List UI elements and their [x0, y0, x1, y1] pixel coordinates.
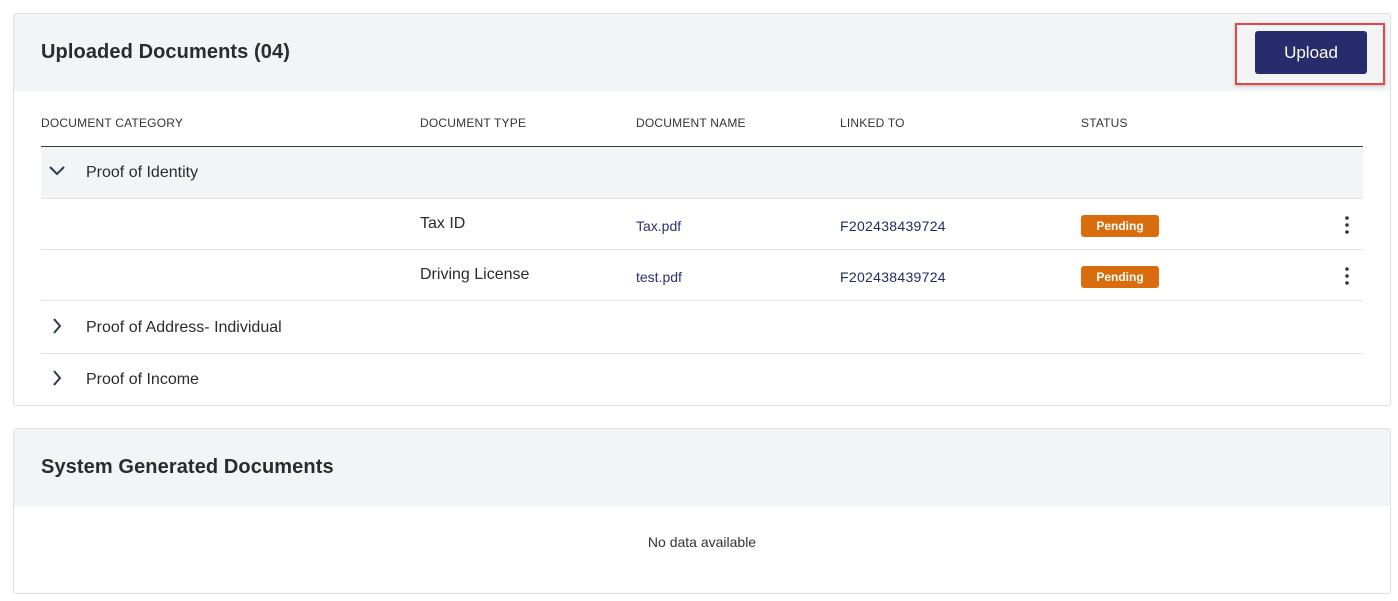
status-badge: Pending [1081, 266, 1159, 288]
category-row-proof-of-address[interactable]: Proof of Address- Individual [41, 302, 1363, 354]
table-row: Tax ID Tax.pdf F202438439724 Pending [41, 199, 1363, 250]
category-row-proof-of-income[interactable]: Proof of Income [41, 354, 1363, 405]
document-name-link[interactable]: Tax.pdf [636, 218, 681, 234]
more-vertical-icon[interactable] [1337, 213, 1357, 237]
uploaded-documents-header: Uploaded Documents (04) Upload [14, 14, 1390, 91]
chevron-right-icon[interactable] [47, 316, 67, 336]
document-type-cell: Driving License [420, 266, 530, 283]
column-header-document-category: DOCUMENT CATEGORY [41, 116, 184, 130]
category-label: Proof of Income [86, 371, 199, 388]
table-header-row: DOCUMENT CATEGORY DOCUMENT TYPE DOCUMENT… [41, 92, 1363, 147]
document-type-cell: Tax ID [420, 215, 466, 232]
column-header-status: STATUS [1081, 116, 1128, 130]
system-generated-documents-panel: System Generated Documents No data avail… [13, 428, 1391, 594]
column-header-linked-to: LINKED TO [840, 116, 905, 130]
more-vertical-icon[interactable] [1337, 264, 1357, 288]
upload-button[interactable]: Upload [1255, 31, 1367, 74]
empty-state-text: No data available [647, 534, 757, 550]
uploaded-documents-title: Uploaded Documents (04) [41, 41, 290, 63]
system-generated-documents-header: System Generated Documents [14, 429, 1390, 506]
category-row-proof-of-identity[interactable]: Proof of Identity [41, 147, 1363, 199]
system-generated-documents-title: System Generated Documents [41, 456, 334, 478]
status-badge: Pending [1081, 215, 1159, 237]
chevron-down-icon[interactable] [47, 161, 67, 181]
column-header-document-name: DOCUMENT NAME [636, 116, 746, 130]
column-header-document-type: DOCUMENT TYPE [420, 116, 527, 130]
category-label: Proof of Address- Individual [86, 319, 282, 336]
chevron-right-icon[interactable] [47, 368, 67, 388]
document-name-link[interactable]: test.pdf [636, 269, 682, 285]
category-label: Proof of Identity [86, 164, 199, 181]
linked-to-cell: F202438439724 [840, 218, 946, 234]
linked-to-cell: F202438439724 [840, 269, 946, 285]
table-row: Driving License test.pdf F202438439724 P… [41, 250, 1363, 301]
uploaded-documents-panel: Uploaded Documents (04) Upload DOCUMENT … [13, 13, 1391, 406]
